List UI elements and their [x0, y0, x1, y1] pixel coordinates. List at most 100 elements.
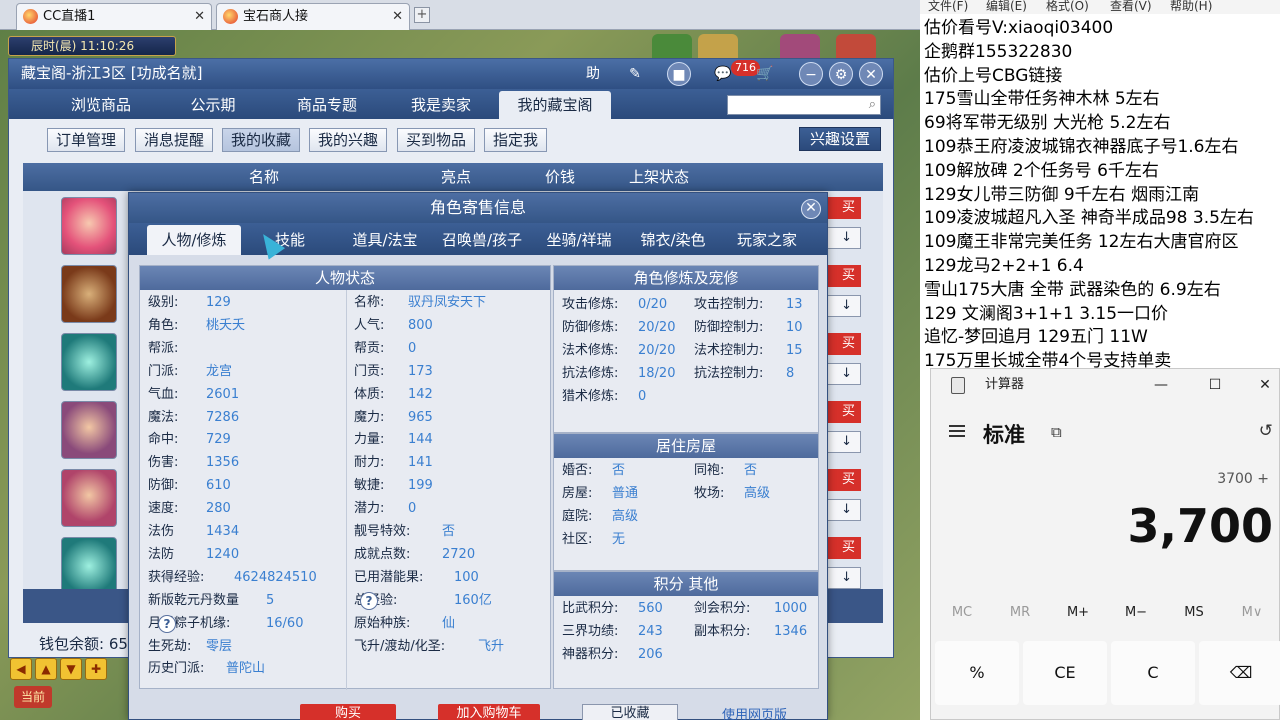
history-icon[interactable]: ↺	[1259, 421, 1273, 441]
stat-row: 体质: 142	[354, 384, 528, 406]
settings-gear-icon[interactable]: ⚙	[829, 62, 853, 86]
tab-outfits[interactable]: 锦衣/染色	[629, 225, 717, 255]
menu-file[interactable]: 文件(F)	[928, 0, 968, 12]
nav-my-cbg[interactable]: 我的藏宝阁	[499, 91, 611, 119]
menu-format[interactable]: 格式(O)	[1046, 0, 1089, 12]
message-reminder-button[interactable]: 消息提醒	[135, 128, 214, 152]
note-line: 175雪山全带任务神木林 5左右	[924, 89, 1160, 110]
stat-label: 法术控制力:	[694, 343, 764, 358]
search-icon[interactable]: ⌕	[869, 97, 876, 112]
tab-pets[interactable]: 召唤兽/孩子	[433, 225, 531, 255]
stat-row: 魔法: 7286	[148, 407, 326, 429]
tab-player-home[interactable]: 玩家之家	[723, 225, 811, 255]
current-channel-button[interactable]: 当前	[14, 686, 52, 708]
nav-browse-goods[interactable]: 浏览商品	[49, 91, 153, 119]
cbg-search-input[interactable]: ⌕	[727, 95, 881, 115]
tab-mounts[interactable]: 坐骑/祥瑞	[535, 225, 623, 255]
new-tab-button[interactable]: +	[414, 7, 430, 23]
stat-value: 20/20	[638, 320, 676, 335]
memory-add-button[interactable]: M+	[1053, 605, 1103, 620]
shortcut-left-icon[interactable]: ◀	[10, 658, 32, 680]
stat-value: 2720	[442, 546, 476, 562]
memory-list-button[interactable]: M∨	[1227, 605, 1277, 620]
stop-icon[interactable]: ■	[667, 62, 691, 86]
stat-value: 280	[206, 501, 231, 517]
add-to-cart-button[interactable]: 加入购物车	[438, 704, 540, 720]
stat-row: 新版乾元丹数量 5	[148, 590, 326, 612]
help-button[interactable]: 助	[581, 62, 605, 86]
collected-button[interactable]: 已收藏	[582, 704, 678, 720]
memory-subtract-button[interactable]: M−	[1111, 605, 1161, 620]
percent-key[interactable]: %	[935, 641, 1019, 705]
clear-key[interactable]: C	[1111, 641, 1195, 705]
memory-recall-button[interactable]: MR	[995, 605, 1045, 620]
help-icon[interactable]: ?	[360, 591, 378, 610]
keep-on-top-icon[interactable]: ⧉	[1051, 423, 1062, 441]
close-tab-icon[interactable]: ✕	[392, 4, 403, 29]
use-web-version-link[interactable]: 使用网页版	[722, 704, 787, 720]
help-icon[interactable]: ?	[158, 614, 176, 633]
role-avatar[interactable]	[61, 469, 117, 527]
stat-row: 人气: 800	[354, 315, 528, 337]
stat-row: 获得经验: 4624824510	[148, 567, 326, 589]
stat-label: 成就点数:	[354, 546, 411, 562]
column-status: 上架状态	[629, 168, 690, 186]
tab-character[interactable]: 人物/修炼	[147, 225, 241, 255]
stat-label: 婚否:	[562, 463, 593, 478]
note-line: 109凌波城超凡入圣 神奇半成品98 3.5左右	[924, 208, 1254, 229]
stat-row: 猎术修炼: 0	[562, 386, 758, 408]
stat-label: 靓号特效:	[354, 524, 411, 539]
tab-items[interactable]: 道具/法宝	[341, 225, 429, 255]
memory-store-button[interactable]: MS	[1169, 605, 1219, 620]
close-icon[interactable]: ✕	[859, 62, 883, 86]
stat-label: 防御控制力:	[694, 320, 764, 335]
clear-entry-key[interactable]: CE	[1023, 641, 1107, 705]
shortcut-up-icon[interactable]: ▲	[35, 658, 57, 680]
interest-settings-button[interactable]: 兴趣设置	[798, 127, 881, 151]
nav-seller[interactable]: 我是卖家	[389, 91, 493, 119]
item-avatar[interactable]	[61, 333, 117, 391]
role-avatar[interactable]	[61, 197, 117, 255]
stat-row: 飞升/渡劫/化圣: 飞升	[354, 636, 528, 658]
nav-topics[interactable]: 商品专题	[275, 91, 379, 119]
stat-label: 剑会积分:	[694, 601, 751, 616]
stat-value: 560	[638, 601, 663, 616]
bought-items-button[interactable]: 买到物品	[397, 128, 476, 152]
hamburger-menu-icon[interactable]	[949, 425, 965, 437]
memory-clear-button[interactable]: MC	[937, 605, 987, 620]
dialog-close-icon[interactable]: ✕	[801, 199, 821, 219]
note-line: 企鹅群155322830	[924, 41, 1073, 62]
browser-tab-cc-live[interactable]: CC直播1 ✕	[16, 3, 212, 30]
close-button[interactable]: ✕	[1245, 369, 1280, 401]
item-avatar[interactable]	[61, 537, 117, 595]
cultivation-panel: 角色修炼及宠修 攻击修炼: 0/20 防御修炼: 20/20 法术修炼: 20/20 抗法修…	[553, 265, 819, 433]
stat-value: 5	[266, 592, 275, 608]
stat-row: 牧场: 高级	[694, 483, 864, 505]
maximize-button[interactable]: ☐	[1195, 369, 1235, 401]
menu-help[interactable]: 帮助(H)	[1170, 0, 1212, 12]
shortcut-move-icon[interactable]: ✚	[85, 658, 107, 680]
note-line: 估价上号CBG链接	[924, 65, 1063, 86]
close-tab-icon[interactable]: ✕	[194, 4, 205, 29]
shortcut-down-icon[interactable]: ▼	[60, 658, 82, 680]
menu-view[interactable]: 查看(V)	[1110, 0, 1152, 12]
stat-label: 历史门派:	[148, 661, 205, 677]
role-avatar[interactable]	[61, 401, 117, 459]
stat-value: 普通	[612, 486, 639, 501]
edit-icon[interactable]: ✎	[623, 62, 647, 86]
browser-tab-gem-merchant[interactable]: 宝石商人接 ✕	[216, 3, 410, 30]
cbg-main-nav: 浏览商品 公示期 商品专题 我是卖家 我的藏宝阁 ⌕	[9, 89, 893, 119]
my-interests-button[interactable]: 我的兴趣	[309, 128, 388, 152]
menu-edit[interactable]: 编辑(E)	[986, 0, 1027, 12]
minimize-button[interactable]: —	[1141, 369, 1181, 401]
order-management-button[interactable]: 订单管理	[47, 128, 126, 152]
minimize-icon[interactable]: −	[799, 62, 823, 86]
my-favorites-button[interactable]: 我的收藏	[222, 128, 301, 152]
cart-icon[interactable]: 🛒	[753, 62, 777, 86]
stat-value: 1240	[206, 546, 240, 562]
buy-now-button[interactable]: 购买	[300, 704, 396, 720]
nav-public-period[interactable]: 公示期	[161, 91, 265, 119]
backspace-key[interactable]: ⌫	[1199, 641, 1280, 705]
item-avatar[interactable]	[61, 265, 117, 323]
assigned-to-me-button[interactable]: 指定我	[484, 128, 548, 152]
